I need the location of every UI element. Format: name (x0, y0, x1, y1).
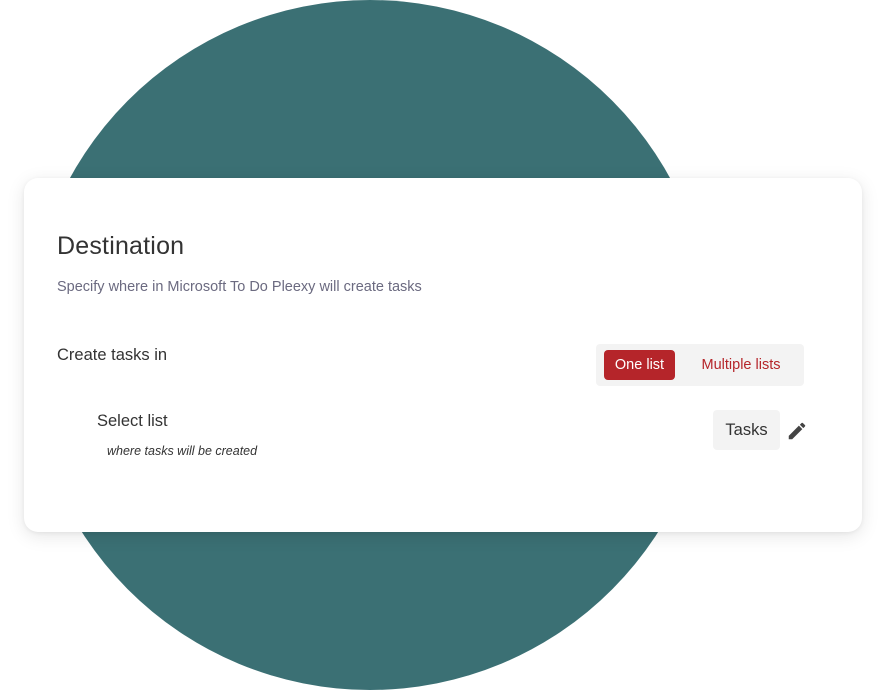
select-list-label: Select list (97, 412, 168, 430)
selected-list-value[interactable]: Tasks (713, 410, 780, 450)
canvas: Destination Specify where in Microsoft T… (0, 0, 887, 691)
pencil-icon[interactable] (786, 420, 808, 442)
create-tasks-in-toggle: One list Multiple lists (596, 344, 804, 386)
select-list-hint: where tasks will be created (107, 444, 258, 458)
create-tasks-in-label: Create tasks in (57, 346, 168, 364)
card-subtitle: Specify where in Microsoft To Do Pleexy … (57, 279, 422, 295)
card-title: Destination (57, 232, 185, 260)
multiple-lists-option[interactable]: Multiple lists (683, 350, 799, 380)
destination-card: Destination Specify where in Microsoft T… (24, 178, 862, 532)
one-list-option[interactable]: One list (604, 350, 675, 380)
